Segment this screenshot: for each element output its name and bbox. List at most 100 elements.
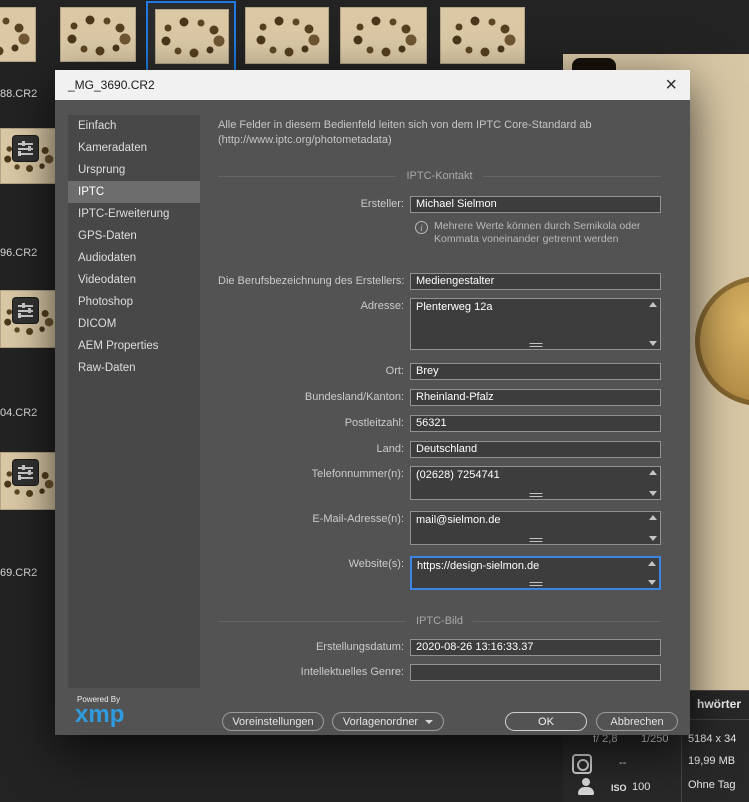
sidebar-item-iptc-erweiterung[interactable]: IPTC-Erweiterung bbox=[68, 203, 200, 225]
gold-coin-in-photo bbox=[695, 276, 749, 406]
resize-grip[interactable] bbox=[529, 538, 542, 542]
sidebar-item-kameradaten[interactable]: Kameradaten bbox=[68, 137, 200, 159]
thumbnail[interactable] bbox=[340, 7, 427, 64]
bridge-app: { "browser": { "files": ["88.CR2", "96.C… bbox=[0, 0, 749, 802]
scroll-down-icon[interactable] bbox=[649, 341, 657, 346]
resize-grip[interactable] bbox=[529, 493, 542, 497]
adjustments-badge-icon bbox=[13, 298, 38, 323]
website-textarea[interactable]: https://design-sielmon.de bbox=[410, 556, 661, 590]
sidebar-item-photoshop[interactable]: Photoshop bbox=[68, 291, 200, 313]
file-name[interactable]: 88.CR2 bbox=[0, 88, 37, 100]
city-label: Ort: bbox=[385, 365, 404, 377]
presets-button[interactable]: Voreinstellungen bbox=[222, 712, 324, 731]
field-row-phone: Telefonnummer(n): (02628) 7254741 bbox=[218, 466, 661, 500]
field-row-genre: Intellektuelles Genre: bbox=[218, 664, 661, 681]
scroll-up-icon[interactable] bbox=[648, 561, 656, 566]
scroll-up-icon[interactable] bbox=[649, 470, 657, 475]
dialog-sidebar: Einfach Kameradaten Ursprung IPTC IPTC-E… bbox=[68, 115, 200, 688]
thumbnail[interactable] bbox=[440, 7, 525, 64]
field-row-city: Ort: Brey bbox=[218, 363, 661, 380]
file-name[interactable]: 96.CR2 bbox=[0, 247, 37, 259]
scroll-down-icon[interactable] bbox=[649, 491, 657, 496]
field-row-country: Land: Deutschland bbox=[218, 441, 661, 458]
scroll-down-icon[interactable] bbox=[649, 536, 657, 541]
panel-description: Alle Felder in diesem Bedienfeld leiten … bbox=[218, 119, 592, 146]
thumbnail-image bbox=[155, 9, 229, 64]
sidebar-item-raw-daten[interactable]: Raw-Daten bbox=[68, 357, 200, 379]
coins-photo bbox=[188, 32, 197, 41]
file-name[interactable]: 69.CR2 bbox=[0, 567, 37, 579]
sidebar-item-videodaten[interactable]: Videodaten bbox=[68, 269, 200, 291]
dialog-main: Alle Felder in diesem Bedienfeld leiten … bbox=[218, 70, 661, 735]
scroll-up-icon[interactable] bbox=[649, 515, 657, 520]
keywords-panel-header: hwörter bbox=[696, 697, 741, 711]
job-title-input[interactable]: Mediengestalter bbox=[410, 273, 661, 290]
field-row-state: Bundesland/Kanton: Rheinland-Pfalz bbox=[218, 389, 661, 406]
coins-photo bbox=[94, 30, 103, 39]
genre-label: Intellektuelles Genre: bbox=[300, 666, 404, 678]
sidebar-item-gps-daten[interactable]: GPS-Daten bbox=[68, 225, 200, 247]
email-textarea[interactable]: mail@sielmon.de bbox=[410, 511, 661, 545]
address-textarea[interactable]: Plenterweg 12a bbox=[410, 298, 661, 350]
postal-code-label: Postleitzahl: bbox=[344, 417, 404, 429]
template-folder-button[interactable]: Vorlagenordner bbox=[332, 712, 444, 731]
scroll-down-icon[interactable] bbox=[648, 580, 656, 585]
white-balance-value: -- bbox=[619, 757, 627, 769]
adjustments-badge-icon bbox=[13, 460, 38, 485]
resize-grip[interactable] bbox=[529, 343, 542, 347]
country-input[interactable]: Deutschland bbox=[410, 441, 661, 458]
job-title-label: Die Berufsbezeichnung des Erstellers: bbox=[218, 275, 405, 287]
cancel-button[interactable]: Abbrechen bbox=[596, 712, 678, 731]
ok-button[interactable]: OK bbox=[505, 712, 587, 731]
scroll-up-icon[interactable] bbox=[649, 302, 657, 307]
creation-date-input[interactable]: 2020-08-26 13:16:33.37 bbox=[410, 639, 661, 656]
state-input[interactable]: Rheinland-Pfalz bbox=[410, 389, 661, 406]
field-row-website: Website(s): https://design-sielmon.de bbox=[218, 556, 661, 590]
coins-photo bbox=[0, 30, 2, 39]
resize-grip[interactable] bbox=[529, 582, 542, 586]
field-row-email: E-Mail-Adresse(n): mail@sielmon.de bbox=[218, 511, 661, 545]
xmp-logo: Powered By xmp bbox=[75, 695, 124, 727]
address-label: Adresse: bbox=[360, 300, 404, 312]
coins-photo bbox=[283, 31, 292, 40]
website-label: Website(s): bbox=[348, 558, 404, 570]
close-icon[interactable]: × bbox=[665, 75, 677, 95]
tags-value: Ohne Tag bbox=[688, 779, 736, 791]
white-balance-icon bbox=[572, 754, 592, 774]
genre-input[interactable] bbox=[410, 664, 661, 681]
info-icon bbox=[415, 221, 428, 234]
postal-code-input[interactable]: 56321 bbox=[410, 415, 661, 432]
field-row-creator: Ersteller: Michael Sielmon bbox=[218, 196, 661, 213]
multi-value-note: Mehrere Werte können durch Semikola oder… bbox=[415, 220, 661, 246]
creator-input[interactable]: Michael Sielmon bbox=[410, 196, 661, 213]
sidebar-item-einfach[interactable]: Einfach bbox=[68, 115, 200, 137]
section-header-iptc-kontakt: IPTC-Kontakt bbox=[218, 170, 661, 182]
country-label: Land: bbox=[376, 443, 404, 455]
phone-textarea[interactable]: (02628) 7254741 bbox=[410, 466, 661, 500]
thumbnail[interactable] bbox=[245, 7, 329, 64]
creator-label: Ersteller: bbox=[360, 198, 404, 210]
iso-label: ISO bbox=[611, 783, 627, 793]
file-name[interactable]: 04.CR2 bbox=[0, 407, 37, 419]
field-row-address: Adresse: Plenterweg 12a bbox=[218, 298, 661, 350]
sidebar-item-ursprung[interactable]: Ursprung bbox=[68, 159, 200, 181]
thumbnail[interactable] bbox=[60, 7, 136, 62]
field-row-job-title: Die Berufsbezeichnung des Erstellers: Me… bbox=[218, 273, 661, 290]
chevron-down-icon bbox=[425, 719, 434, 724]
iso-value: 100 bbox=[632, 781, 651, 793]
email-label: E-Mail-Adresse(n): bbox=[312, 513, 404, 525]
file-size-value: 19,99 MB bbox=[688, 755, 736, 767]
coins-photo bbox=[379, 31, 388, 40]
sidebar-item-audiodaten[interactable]: Audiodaten bbox=[68, 247, 200, 269]
sidebar-item-iptc[interactable]: IPTC bbox=[68, 181, 200, 203]
sidebar-item-aem-properties[interactable]: AEM Properties bbox=[68, 335, 200, 357]
creation-date-label: Erstellungsdatum: bbox=[315, 641, 404, 653]
person-icon bbox=[577, 778, 595, 795]
city-input[interactable]: Brey bbox=[410, 363, 661, 380]
sidebar-item-dicom[interactable]: DICOM bbox=[68, 313, 200, 335]
coins-photo bbox=[478, 31, 487, 40]
dimensions-value: 5184 x 34 bbox=[688, 733, 737, 745]
section-header-iptc-bild: IPTC-Bild bbox=[218, 615, 661, 627]
thumbnail[interactable] bbox=[0, 7, 36, 62]
dialog-title: _MG_3690.CR2 bbox=[68, 78, 155, 92]
